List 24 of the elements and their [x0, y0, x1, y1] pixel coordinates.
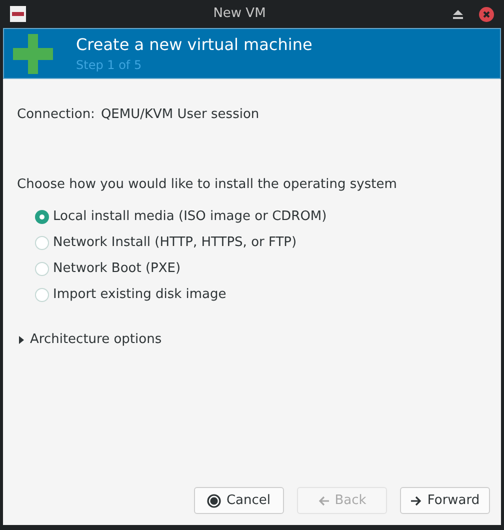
header-subtitle: Step 1 of 5 [76, 56, 143, 74]
window-title: New VM [213, 6, 266, 22]
architecture-expander[interactable]: Architecture options [17, 330, 162, 350]
cancel-button[interactable]: Cancel [194, 487, 284, 514]
option-label[interactable]: Local install media (ISO image or CDROM) [53, 207, 327, 227]
connection-label: Connection: [17, 106, 95, 124]
plus-icon [13, 34, 53, 74]
close-icon[interactable] [479, 6, 494, 22]
eject-icon[interactable] [453, 10, 463, 18]
stop-icon [207, 494, 222, 508]
option-label[interactable]: Import existing disk image [53, 285, 226, 305]
forward-button[interactable]: Forward [400, 487, 490, 514]
option-label[interactable]: Network Install (HTTP, HTTPS, or FTP) [53, 233, 297, 253]
arrow-right-icon [410, 494, 422, 506]
radio-button-icon[interactable] [35, 288, 49, 302]
option-label[interactable]: Network Boot (PXE) [53, 259, 181, 279]
app-logo-icon [10, 6, 26, 22]
header-title: Create a new virtual machine [76, 34, 312, 56]
radio-button-icon[interactable] [35, 210, 49, 224]
radio-button-icon[interactable] [35, 236, 49, 250]
radio-button-icon[interactable] [35, 262, 49, 276]
install-prompt: Choose how you would like to install the operating system [17, 176, 398, 194]
connection-value: QEMU/KVM User session [100, 106, 260, 124]
arrow-left-icon [318, 494, 330, 506]
